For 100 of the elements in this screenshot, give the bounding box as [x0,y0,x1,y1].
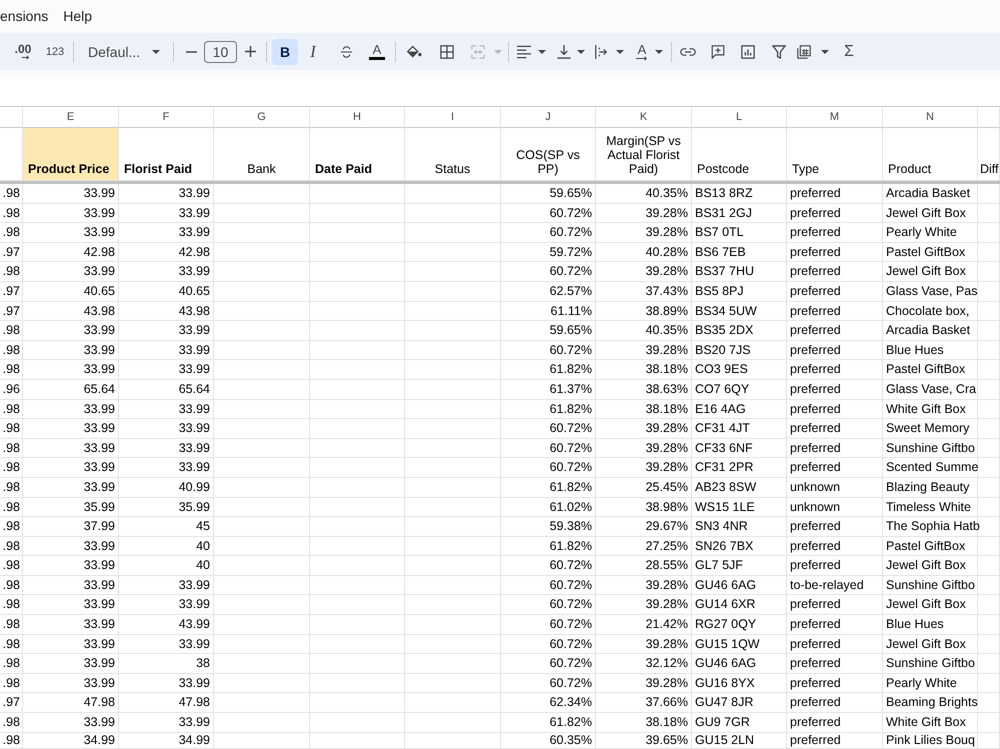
table-cell: 39.28% [596,223,692,243]
caret-icon[interactable] [655,50,663,54]
vertical-align-bottom-icon[interactable] [557,44,571,58]
text-rotation-button[interactable]: A [633,38,651,64]
table-cell: .98 [0,478,23,498]
table-cell: White Gift Box [883,713,978,733]
filter-icon[interactable] [772,44,786,58]
table-cell: 39.28% [596,576,692,596]
minus-icon[interactable] [186,50,196,52]
table-cell: 33.99 [119,262,214,282]
column-header[interactable]: G [214,107,310,128]
table-cell: preferred [787,242,883,262]
font-size-field[interactable]: 10 [204,40,237,62]
table-cell: 60.72% [501,576,596,596]
table-cell: .98 [0,732,23,749]
caret-icon[interactable] [821,50,829,54]
column-header[interactable]: K [596,107,692,128]
table-cell: 33.99 [119,321,214,341]
table-cell: Jewel Gift Box [883,204,978,224]
increase-decimal-button[interactable]: .00 [12,38,34,64]
table-cell: .98 [0,713,23,733]
table-cell: 40.65 [119,282,214,302]
table-cell: .98 [0,517,23,537]
table-cell: 60.72% [501,674,596,694]
table-cell: 33.99 [119,204,214,224]
table-cell: BS6 7EB [692,242,787,262]
table-cell: to-be-relayed [787,576,883,596]
table-cell: GU16 8YX [692,674,787,694]
table-cell: preferred [787,380,883,400]
table-cell: 35.99 [23,498,119,518]
table-cell: SN3 4NR [692,517,787,537]
table-cell: .97 [0,302,23,322]
table-cell: 40 [119,536,214,556]
column-header[interactable]: F [119,107,214,128]
table-cell: 33.99 [119,184,214,204]
paint-bucket-icon[interactable] [406,44,422,58]
table-cell: 38.18% [596,360,692,380]
table-cell: 39.28% [596,634,692,654]
table-cell: 40.65 [23,282,119,302]
align-left-icon[interactable] [517,44,531,58]
caret-icon[interactable] [538,50,546,54]
column-header[interactable]: H [310,107,405,128]
table-cell: CF33 6NF [692,438,787,458]
caret-icon [152,50,160,54]
table-cell: 33.99 [23,674,119,694]
text-wrap-icon[interactable] [594,44,608,58]
table-cell: preferred [787,282,883,302]
column-header[interactable]: M [787,107,883,128]
menu-item[interactable]: Help [63,6,92,24]
table-cell: Pastel GiftBox [883,242,978,262]
table-cell: 34.99 [23,732,119,749]
table-cell: 33.99 [119,438,214,458]
functions-button[interactable]: Σ [837,38,861,64]
table-cell: preferred [787,517,883,537]
add-comment-icon[interactable] [711,44,725,58]
table-cell: 61.82% [501,360,596,380]
borders-icon[interactable] [440,44,454,58]
caret-icon[interactable] [577,50,585,54]
table-cell: preferred [787,595,883,616]
table-cell: CO3 9ES [692,360,787,380]
column-header[interactable]: L [692,107,787,128]
font-dropdown[interactable]: Defaul... [80,38,164,64]
table-cell: 33.99 [23,438,119,458]
table-cell: 42.98 [23,242,119,262]
table-cell: 33.99 [119,419,214,439]
table-cell: 60.72% [501,419,596,439]
table-cell: 61.37% [501,380,596,400]
table-cell: WS15 1LE [692,498,787,518]
column-header[interactable]: J [501,107,596,128]
number-format-button[interactable]: 123 [44,38,66,64]
empty-cell [978,321,1000,341]
table-cell: 33.99 [23,321,119,341]
table-cell: 33.99 [23,360,119,380]
table-cell: GL7 5JF [692,556,787,576]
table-cell: GU46 6AG [692,654,787,674]
table-cell: 39.28% [596,595,692,616]
menu-item[interactable]: ensions [0,6,48,24]
table-cell: preferred [787,713,883,733]
caret-icon[interactable] [616,50,624,54]
table-cell: 65.64 [119,380,214,400]
link-icon[interactable] [680,48,696,56]
bold-button[interactable]: B [272,38,298,64]
table-cell: White Gift Box [883,400,978,420]
table-cell: 61.82% [501,536,596,556]
table-icon[interactable] [797,44,811,58]
table-cell: .98 [0,556,23,576]
table-cell: 60.72% [501,262,596,282]
chart-icon[interactable] [741,44,755,58]
table-cell: 33.99 [23,595,119,616]
column-header[interactable]: I [405,107,501,128]
column-header[interactable]: N [883,107,978,128]
table-cell: 27.25% [596,536,692,556]
table-cell: .98 [0,674,23,694]
strikethrough-icon [340,46,352,58]
italic-button[interactable]: I [300,38,326,64]
plus-icon[interactable] [244,46,256,57]
empty-cell [978,713,1000,733]
table-cell: BS20 7JS [692,340,787,360]
text-color-button[interactable]: A [364,38,390,64]
table-cell: unknown [787,498,883,518]
